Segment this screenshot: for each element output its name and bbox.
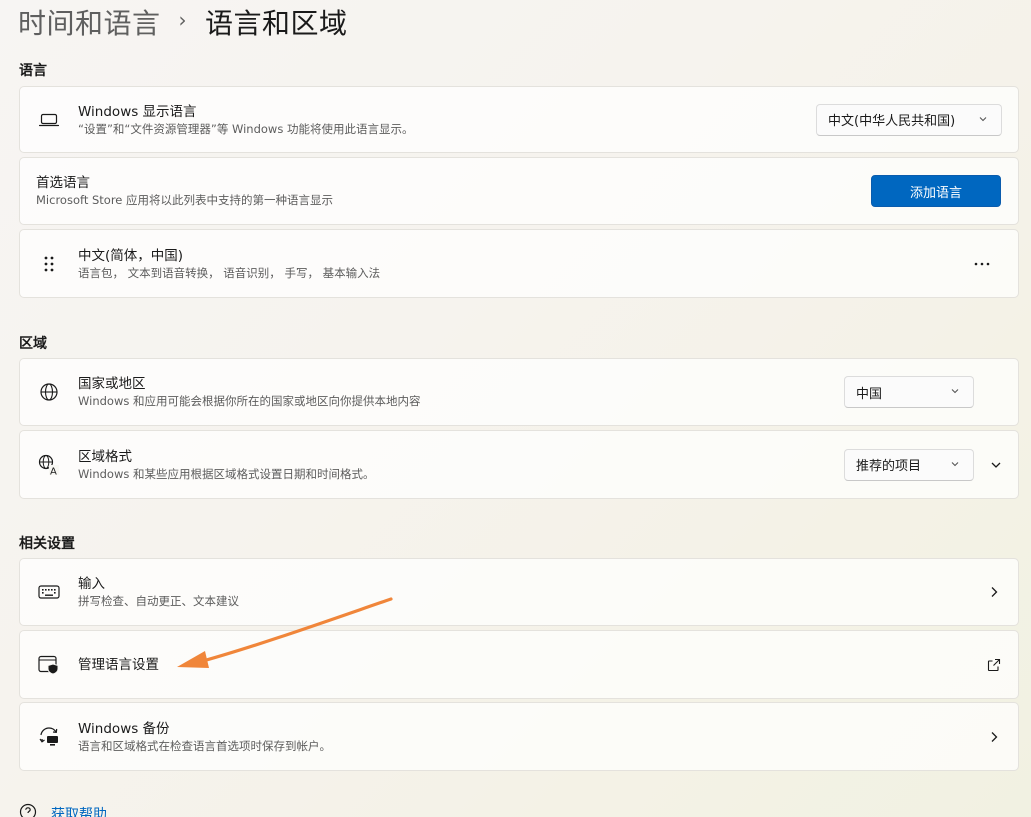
laptop-icon: [38, 109, 60, 131]
admin-shield-icon: [38, 654, 60, 676]
globe-icon: [38, 381, 60, 403]
globe-language-icon: A: [38, 454, 60, 476]
breadcrumb-parent[interactable]: 时间和语言: [18, 2, 161, 42]
display-language-title: Windows 显示语言: [78, 103, 197, 120]
language-item-title: 中文(简体，中国): [78, 247, 184, 264]
admin-language-title: 管理语言设置: [78, 656, 159, 673]
chevron-right-icon: [984, 727, 1004, 747]
country-dropdown[interactable]: 中国: [844, 376, 974, 408]
display-language-value: 中文(中华人民共和国): [828, 114, 956, 129]
sync-backup-icon: [38, 726, 60, 748]
section-title-related: 相关设置: [19, 536, 75, 552]
section-title-region: 区域: [19, 336, 47, 352]
breadcrumb: 时间和语言 › 语言和区域: [18, 2, 348, 42]
chevron-down-icon: [977, 113, 989, 129]
display-language-desc: “设置”和“文件资源管理器”等 Windows 功能将使用此语言显示。: [78, 121, 414, 136]
expand-chevron-icon[interactable]: [986, 455, 1006, 475]
section-title-language: 语言: [19, 63, 47, 79]
backup-card[interactable]: Windows 备份 语言和区域格式在检查语言首选项时保存到帐户。: [19, 702, 1019, 771]
help-icon: [19, 803, 37, 817]
regional-format-value: 推荐的项目: [856, 459, 922, 474]
backup-title: Windows 备份: [78, 720, 170, 737]
page-title: 语言和区域: [205, 7, 348, 40]
get-help-link[interactable]: 获取帮助: [19, 803, 107, 817]
typing-title: 输入: [78, 576, 105, 592]
regional-format-dropdown[interactable]: 推荐的项目: [844, 448, 974, 481]
typing-desc: 拼写检查、自动更正、文本建议: [78, 594, 239, 608]
display-language-card: Windows 显示语言 “设置”和“文件资源管理器”等 Windows 功能将…: [19, 86, 1019, 153]
regional-format-card[interactable]: A 区域格式 Windows 和某些应用根据区域格式设置日期和时间格式。 推荐的…: [19, 430, 1019, 499]
country-desc: Windows 和应用可能会根据你所在的国家或地区向你提供本地内容: [78, 394, 421, 408]
keyboard-icon: [38, 581, 60, 603]
preferred-languages-title: 首选语言: [36, 175, 90, 191]
breadcrumb-separator: ›: [178, 8, 188, 32]
regional-format-desc: Windows 和某些应用根据区域格式设置日期和时间格式。: [78, 466, 375, 481]
more-options-icon[interactable]: [972, 254, 992, 274]
typing-card[interactable]: 输入 拼写检查、自动更正、文本建议: [19, 558, 1019, 626]
svg-text:A: A: [50, 466, 57, 476]
preferred-languages-card: 首选语言 Microsoft Store 应用将以此列表中支持的第一种语言显示 …: [19, 157, 1019, 225]
drag-handle-icon[interactable]: [38, 253, 60, 275]
external-link-icon: [984, 655, 1004, 675]
backup-desc: 语言和区域格式在检查语言首选项时保存到帐户。: [78, 738, 331, 753]
display-language-dropdown[interactable]: 中文(中华人民共和国): [816, 103, 1002, 136]
country-title: 国家或地区: [78, 376, 146, 392]
regional-format-title: 区域格式: [78, 448, 132, 465]
country-card: 国家或地区 Windows 和应用可能会根据你所在的国家或地区向你提供本地内容 …: [19, 358, 1019, 426]
get-help-label: 获取帮助: [51, 807, 107, 817]
add-language-button[interactable]: 添加语言: [871, 175, 1001, 207]
chevron-down-icon: [949, 385, 961, 401]
language-item-desc: 语言包， 文本到语音转换， 语音识别， 手写， 基本输入法: [78, 265, 381, 280]
chevron-down-icon: [949, 458, 961, 474]
chevron-right-icon: [984, 582, 1004, 602]
country-value: 中国: [856, 386, 883, 402]
preferred-languages-desc: Microsoft Store 应用将以此列表中支持的第一种语言显示: [36, 193, 334, 207]
language-list-item[interactable]: 中文(简体，中国) 语言包， 文本到语音转换， 语音识别， 手写， 基本输入法: [19, 229, 1019, 298]
admin-language-card[interactable]: 管理语言设置: [19, 630, 1019, 699]
